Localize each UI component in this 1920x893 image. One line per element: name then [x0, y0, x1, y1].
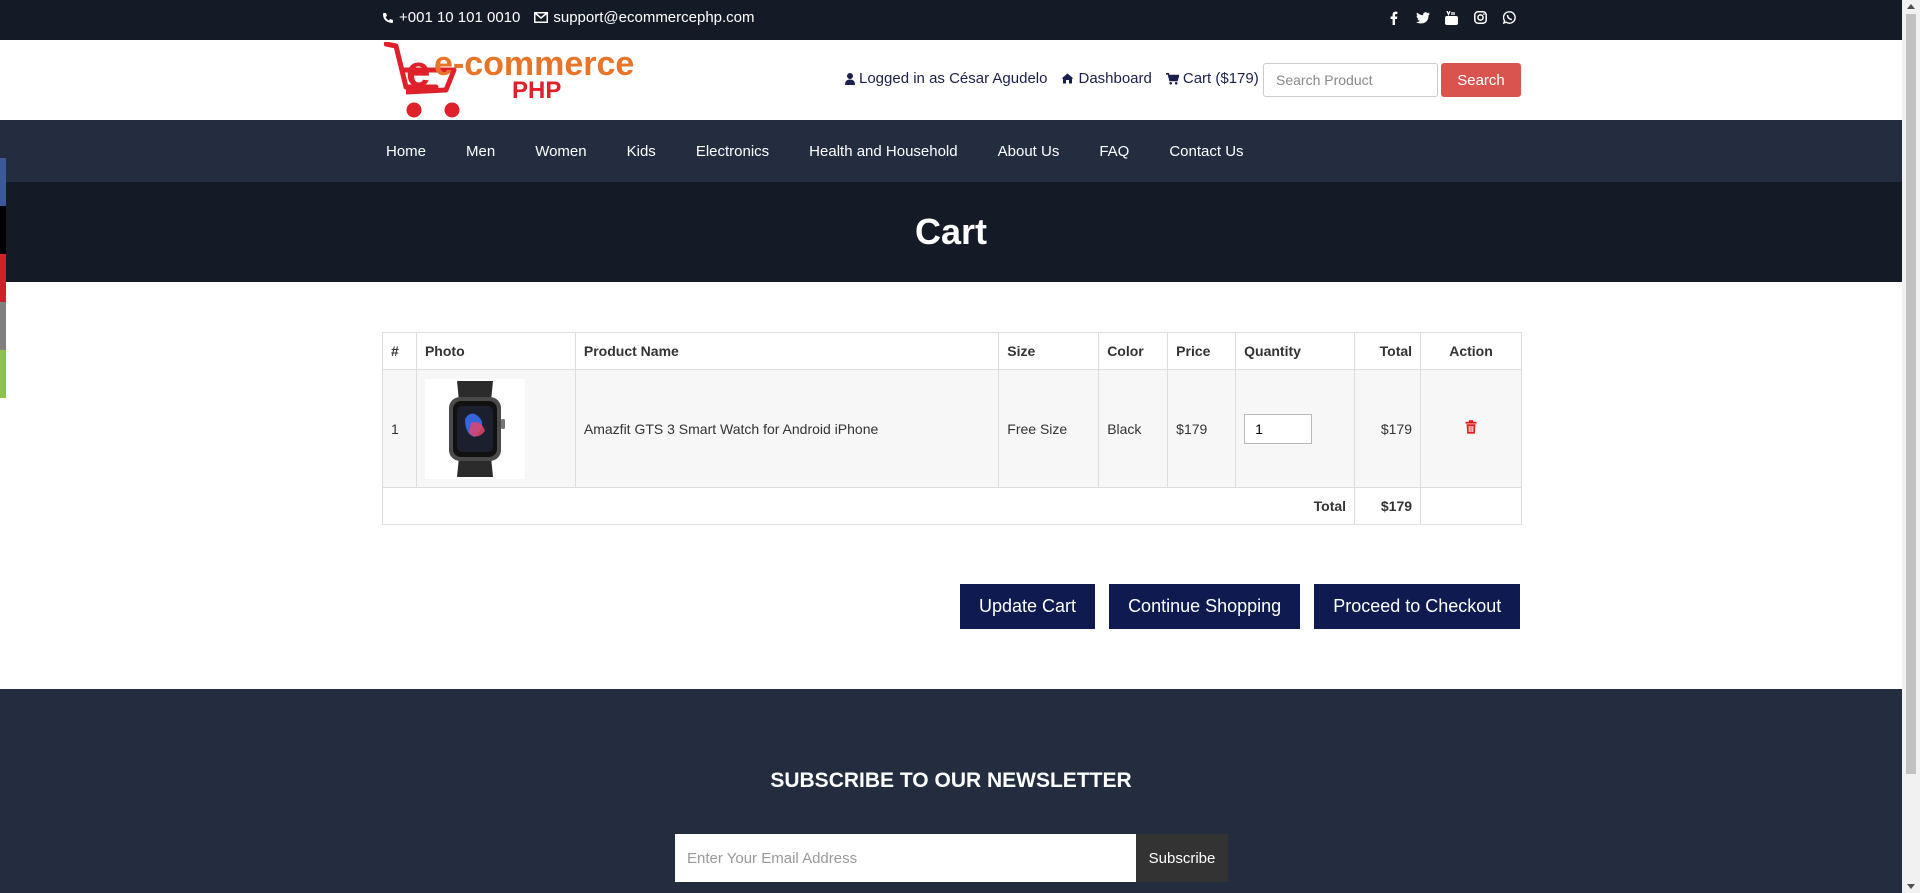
phone-number: +001 10 101 0010: [399, 9, 521, 26]
search-input[interactable]: [1263, 63, 1438, 97]
page-title: Cart: [914, 211, 988, 252]
column-header-size: Size: [998, 332, 1100, 370]
cart-label: Cart ($179): [1182, 70, 1259, 87]
nav-item-health-household[interactable]: Health and Household: [789, 143, 977, 160]
nav-item-contact-us[interactable]: Contact Us: [1149, 143, 1263, 160]
dashboard-label: Dashboard: [1078, 70, 1152, 87]
column-header-product-name: Product Name: [574, 332, 1000, 370]
nav-item-electronics[interactable]: Electronics: [676, 143, 789, 160]
newsletter-section: SUBSCRIBE TO OUR NEWSLETTER Subscribe: [0, 689, 1902, 893]
share-facebook[interactable]: [0, 158, 6, 206]
scroll-down-arrow[interactable]: [1907, 884, 1915, 889]
product-photo[interactable]: [424, 378, 525, 479]
cell-index: 1: [382, 369, 417, 488]
envelope-icon: [534, 12, 549, 23]
shopping-cart-icon: [1165, 72, 1179, 85]
trash-icon[interactable]: [1465, 420, 1477, 434]
column-header-photo: Photo: [415, 332, 576, 370]
cell-size: Free Size: [998, 369, 1100, 488]
contact-info: +001 10 101 0010 support@ecommercephp.co…: [382, 9, 755, 26]
scroll-thumb[interactable]: [1906, 14, 1916, 774]
email-address[interactable]: support@ecommercephp.com: [553, 9, 754, 26]
cart-actions: Update Cart Continue Shopping Proceed to…: [960, 584, 1521, 629]
total-row: Total $179: [381, 487, 1522, 525]
cell-product-name: Amazfit GTS 3 Smart Watch for Android iP…: [574, 369, 1000, 488]
table-header-row: # Photo Product Name Size Color Price Qu…: [382, 332, 1522, 370]
subscribe-button[interactable]: Subscribe: [1136, 834, 1228, 882]
logged-in-label: Logged in as César Agudelo: [859, 70, 1048, 87]
cart-link[interactable]: Cart ($179): [1165, 70, 1259, 87]
phone-icon: [383, 12, 393, 23]
svg-text:e: e: [406, 47, 430, 96]
cell-action: [1420, 369, 1522, 488]
whatsapp-icon[interactable]: [1502, 10, 1517, 25]
main-nav: Home Men Women Kids Electronics Health a…: [0, 120, 1902, 182]
share-sharethis[interactable]: [0, 350, 6, 398]
user-nav: Logged in as César Agudelo Dashboard Car…: [845, 70, 1259, 87]
proceed-to-checkout-button[interactable]: Proceed to Checkout: [1314, 584, 1521, 629]
cell-total: $179: [1354, 369, 1422, 488]
logged-in-link[interactable]: Logged in as César Agudelo: [845, 70, 1047, 87]
instagram-icon[interactable]: [1473, 10, 1488, 25]
cell-color: Black: [1098, 369, 1169, 488]
share-twitter[interactable]: [0, 206, 6, 254]
table-row: 1 Amazfit GTS 3 Smart Watch for Android …: [382, 369, 1522, 488]
top-bar: +001 10 101 0010 support@ecommercephp.co…: [0, 0, 1902, 40]
column-header-quantity: Quantity: [1235, 332, 1356, 370]
smartwatch-image: [448, 380, 505, 477]
total-empty-cell: [1420, 487, 1522, 525]
newsletter-title: SUBSCRIBE TO OUR NEWSLETTER: [770, 769, 1132, 792]
share-sidebar: [0, 158, 6, 398]
update-cart-button[interactable]: Update Cart: [960, 584, 1096, 629]
cart-table: # Photo Product Name Size Color Price Qu…: [381, 332, 1522, 525]
facebook-icon[interactable]: [1386, 10, 1401, 25]
total-value: $179: [1354, 487, 1422, 525]
dashboard-link[interactable]: Dashboard: [1061, 70, 1152, 87]
cell-photo: [415, 369, 576, 488]
nav-item-women[interactable]: Women: [515, 143, 606, 160]
column-header-action: Action: [1420, 332, 1522, 370]
nav-item-men[interactable]: Men: [446, 143, 515, 160]
site-header: e e-commerce PHP Logged in as César Agud…: [0, 40, 1902, 120]
youtube-icon[interactable]: [1444, 10, 1459, 25]
twitter-icon[interactable]: [1415, 10, 1430, 25]
user-icon: [845, 72, 855, 85]
search-button[interactable]: Search: [1441, 63, 1521, 97]
column-header-index: #: [382, 332, 417, 370]
newsletter-email-input[interactable]: [675, 834, 1136, 882]
continue-shopping-button[interactable]: Continue Shopping: [1109, 584, 1301, 629]
total-label: Total: [381, 487, 1356, 525]
share-email[interactable]: [0, 302, 6, 350]
social-links: [1386, 10, 1517, 25]
page-banner: Cart: [0, 182, 1902, 282]
email-contact: support@ecommercephp.com: [534, 9, 755, 26]
nav-item-home[interactable]: Home: [366, 143, 446, 160]
column-header-total: Total: [1354, 332, 1422, 370]
scroll-up-arrow[interactable]: [1907, 4, 1915, 9]
nav-item-faq[interactable]: FAQ: [1079, 143, 1149, 160]
logo-subtext: PHP: [512, 77, 561, 104]
nav-item-about-us[interactable]: About Us: [978, 143, 1080, 160]
cell-price: $179: [1167, 369, 1237, 488]
column-header-color: Color: [1098, 332, 1169, 370]
home-icon: [1061, 73, 1074, 84]
quantity-input[interactable]: [1244, 413, 1313, 444]
site-logo[interactable]: e e-commerce PHP: [384, 42, 639, 120]
cell-quantity: [1235, 369, 1356, 488]
column-header-price: Price: [1167, 332, 1237, 370]
share-pinterest[interactable]: [0, 254, 6, 302]
page-scrollbar[interactable]: [1902, 0, 1920, 893]
nav-item-kids[interactable]: Kids: [607, 143, 676, 160]
phone-contact: +001 10 101 0010: [382, 9, 520, 26]
